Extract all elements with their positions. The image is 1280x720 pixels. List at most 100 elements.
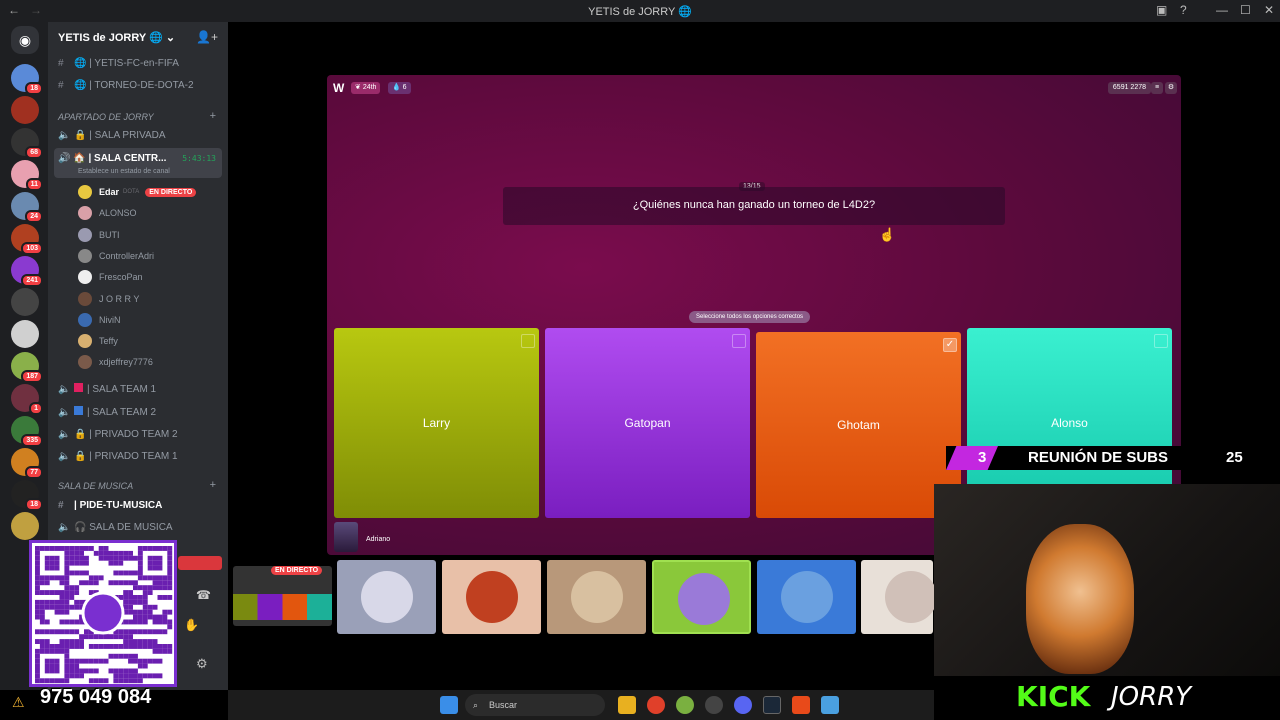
server-icon[interactable]: 1 (11, 384, 43, 415)
mouse-cursor-icon: ☝ (879, 227, 896, 242)
voice-sala-team-1[interactable]: 🔈 | SALA TEAM 1 (58, 383, 156, 395)
voice-member[interactable]: ALONSO (78, 206, 137, 221)
steam-icon[interactable] (763, 696, 781, 714)
participant-tile[interactable] (861, 560, 937, 634)
instruction-hint: Seleccione todos los opciones correctos (689, 311, 811, 323)
server-icon[interactable]: 77 (11, 448, 43, 479)
notepad-icon[interactable] (821, 696, 839, 714)
live-badge: EN DIRECTO (271, 566, 323, 575)
maximize-button[interactable]: ☐ (1240, 3, 1251, 17)
tiger-mask-icon (1026, 524, 1134, 674)
option-checkbox[interactable] (732, 334, 746, 348)
brave-icon[interactable] (792, 696, 810, 714)
avatar (78, 185, 92, 199)
channel-yetis-fc[interactable]: # 🌐 | YETIS-FC-en-FIFA (58, 58, 179, 69)
server-icon[interactable]: 24 (11, 192, 43, 223)
participant-tile[interactable] (442, 560, 541, 634)
voice-member[interactable]: ControllerAdri (78, 248, 154, 263)
server-mention-count: 24 (25, 210, 43, 223)
server-icon[interactable]: 241 (11, 256, 43, 287)
chrome-icon[interactable] (647, 696, 665, 714)
hangup-icon[interactable]: ☎ (196, 588, 211, 602)
voice-sala-de-musica[interactable]: 🔈 🎧 SALA DE MUSICA (58, 522, 173, 533)
member-name: ALONSO (99, 208, 137, 219)
option-checkbox-checked[interactable]: ✓ (943, 338, 957, 352)
participant-tile[interactable] (337, 560, 436, 634)
subs-ticker: 3 REUNIÓN DE SUBS 25 (946, 446, 1280, 470)
menu-icon[interactable]: ≡ (1151, 82, 1163, 94)
server-mention-count: 1 (29, 402, 43, 415)
avatar (78, 291, 92, 306)
server-icon[interactable]: 11 (11, 160, 43, 191)
voice-privado-team-1[interactable]: 🔈 🔒 | PRIVADO TEAM 1 (58, 451, 178, 462)
active-voice-channel[interactable]: 🔊 🏠 | SALA CENTR... 5:43:13 Establece un… (54, 148, 222, 178)
streak-pill: 💧 6 (388, 82, 411, 94)
voice-member[interactable]: NiviN (78, 312, 121, 327)
server-icon[interactable]: 18 (11, 64, 43, 95)
add-channel-icon[interactable]: + (210, 110, 216, 122)
server-icon[interactable] (11, 320, 39, 348)
voice-sala-team-2[interactable]: 🔈 | SALA TEAM 2 (58, 406, 156, 418)
discord-home-icon[interactable]: ◉ (11, 26, 39, 54)
app-icon[interactable] (676, 696, 694, 714)
option-larry[interactable]: Larry (334, 328, 539, 518)
obs-icon[interactable] (705, 696, 723, 714)
add-channel-icon-2[interactable]: + (210, 479, 216, 491)
taskbar-search[interactable]: ⌕ Buscar (465, 694, 605, 716)
settings-icon[interactable]: ⚙ (1165, 82, 1177, 94)
member-name: Edar (99, 187, 120, 197)
participant-tiles: EN DIRECTO (233, 560, 937, 636)
voice-member[interactable]: xdjeffrey7776 (78, 355, 153, 370)
disconnect-bar[interactable] (178, 556, 222, 570)
server-icon[interactable]: 68 (11, 128, 43, 159)
invite-icon[interactable]: 👤+ (196, 30, 218, 44)
live-badge: EN DIRECTO (145, 187, 197, 197)
server-icon[interactable]: 103 (11, 224, 43, 255)
live-stream-tile[interactable]: EN DIRECTO (233, 566, 332, 626)
voice-member[interactable]: J O R R Y (78, 291, 140, 306)
inbox-icon[interactable]: ▣ (1156, 3, 1167, 17)
minimize-button[interactable]: — (1216, 3, 1228, 17)
voice-member[interactable]: Edar DOTA EN DIRECTO (78, 185, 197, 199)
file-explorer-icon[interactable] (618, 696, 636, 714)
participant-tile[interactable] (547, 560, 646, 634)
channel-pide-tu-musica[interactable]: # | PIDE-TU-MUSICA (58, 500, 162, 511)
guild-name[interactable]: YETIS de JORRY 🌐 ⌄ (58, 31, 175, 44)
server-icon[interactable]: 18 (11, 480, 43, 511)
option-checkbox[interactable] (521, 334, 535, 348)
windows-start-icon[interactable] (440, 696, 458, 714)
help-icon[interactable]: ? (1180, 3, 1187, 17)
channel-status[interactable]: Establece un estado de canal (78, 168, 170, 175)
option-gatopan[interactable]: Gatopan (545, 328, 750, 518)
participant-tile[interactable] (757, 560, 856, 634)
settings-gear-icon[interactable]: ⚙ (196, 656, 208, 672)
voice-privado-team-2[interactable]: 🔈 🔒 | PRIVADO TEAM 2 (58, 429, 178, 440)
player-avatar (334, 522, 358, 552)
server-icon[interactable] (11, 512, 39, 540)
member-name: BUTI (99, 229, 120, 240)
category-musica[interactable]: SALA DE MUSICA (58, 481, 133, 491)
server-mention-count: 241 (21, 274, 43, 287)
option-checkbox[interactable] (1154, 334, 1168, 348)
server-icon[interactable] (11, 288, 39, 316)
option-ghotam[interactable]: Ghotam ✓ (756, 332, 961, 518)
close-button[interactable]: ✕ (1264, 3, 1274, 17)
activity-icon[interactable]: ✋ (184, 618, 199, 632)
score-display: 6591 2278 (1107, 82, 1151, 94)
server-mention-count: 11 (25, 178, 43, 191)
voice-member[interactable]: BUTI (78, 227, 120, 242)
title-bar: ← → YETIS de JORRY 🌐 ▣ ? — ☐ ✕ (0, 0, 1280, 22)
member-name: J O R R Y (99, 293, 140, 304)
voice-sala-privada[interactable]: 🔈 🔒 | SALA PRIVADA (58, 130, 166, 141)
channel-torneo-dota[interactable]: # 🌐 | TORNEO-DE-DOTA-2 (58, 80, 194, 91)
voice-member[interactable]: Teffy (78, 334, 118, 349)
discord-taskbar-icon[interactable] (734, 696, 752, 714)
server-icon[interactable] (11, 96, 39, 124)
server-icon[interactable]: 335 (11, 416, 43, 447)
member-name: xdjeffrey7776 (99, 357, 153, 368)
voice-member[interactable]: FrescoPan (78, 270, 143, 285)
streamer-name: JORRY (1111, 682, 1192, 712)
category-apartado[interactable]: APARTADO DE JORRY (58, 112, 154, 122)
participant-tile-speaking[interactable] (652, 560, 751, 634)
server-icon[interactable]: 187 (11, 352, 43, 383)
